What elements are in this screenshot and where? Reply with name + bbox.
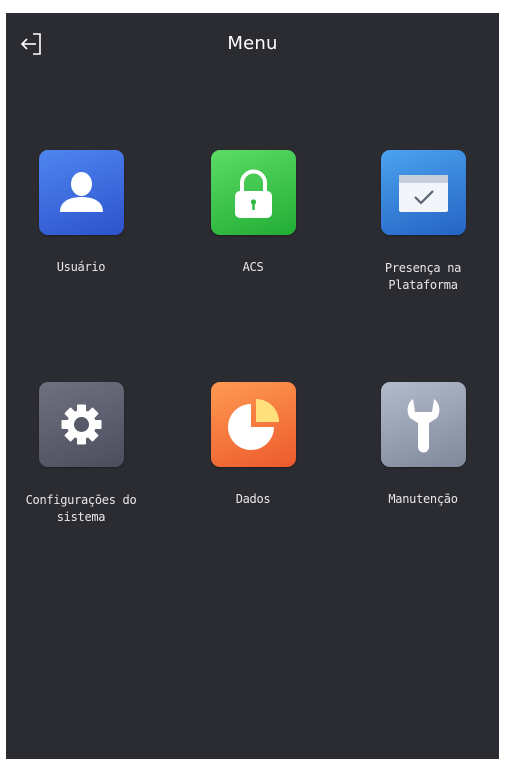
menu-label-configuracoes-line1: Configurações do <box>25 493 137 507</box>
menu-label-acs: ACS <box>242 260 264 274</box>
menu-item-manutencao[interactable]: Manutenção <box>348 382 498 532</box>
menu-item-dados[interactable]: Dados <box>178 382 328 532</box>
menu-item-configuracoes[interactable]: Configurações do sistema <box>6 382 156 542</box>
padlock-icon <box>235 169 272 218</box>
menu-label-manutencao: Manutenção <box>388 492 458 506</box>
user-tile-icon <box>39 150 124 235</box>
menu-label-dados: Dados <box>235 492 271 506</box>
pie-chart-icon <box>228 399 279 450</box>
wrench-icon <box>407 399 440 453</box>
menu-label-configuracoes-line2: sistema <box>56 510 106 524</box>
menu-screen: Menu Usuário ACS Presença na Plataforma … <box>6 13 499 759</box>
menu-label-usuario: Usuário <box>56 260 106 274</box>
calendar-check-icon <box>399 175 448 212</box>
header-bar: Menu <box>6 13 499 77</box>
configuracoes-tile-icon <box>39 382 124 467</box>
menu-label-presenca-line1: Presença na <box>384 261 462 275</box>
menu-item-acs[interactable]: ACS <box>178 150 328 300</box>
menu-label-configuracoes: Configurações do sistema <box>6 492 156 526</box>
menu-label-presenca-line2: Plataforma <box>388 278 458 292</box>
dados-tile-icon <box>211 382 296 467</box>
presenca-tile-icon <box>381 150 466 235</box>
menu-label-presenca: Presença na Plataforma <box>348 260 498 294</box>
acs-tile-icon <box>211 150 296 235</box>
gear-icon <box>61 404 102 445</box>
manutencao-tile-icon <box>381 382 466 467</box>
user-icon <box>60 172 103 212</box>
menu-item-usuario[interactable]: Usuário <box>6 150 156 300</box>
page-title: Menu <box>227 33 278 54</box>
menu-item-presenca[interactable]: Presença na Plataforma <box>348 150 498 300</box>
